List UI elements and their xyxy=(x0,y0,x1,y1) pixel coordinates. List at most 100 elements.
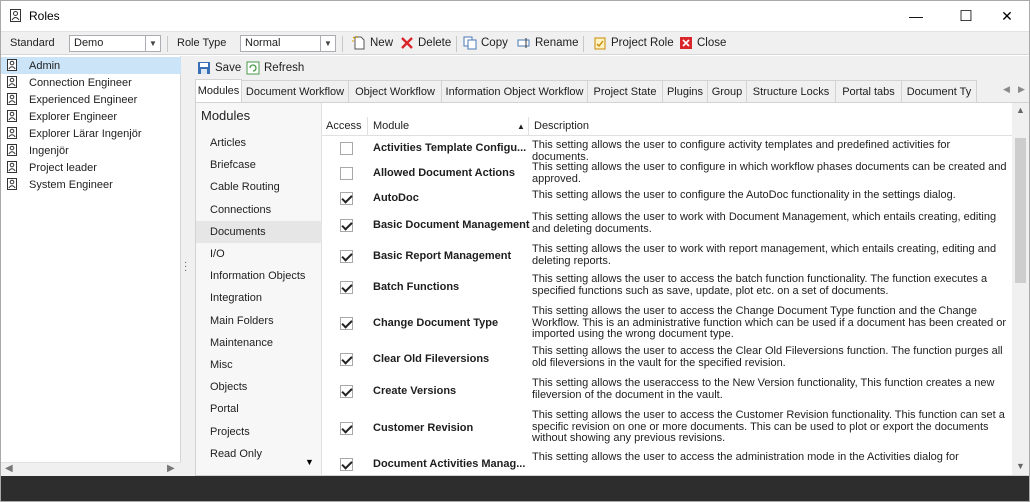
role-list-horizontal-scrollbar[interactable]: ◀ ▶ xyxy=(1,462,181,476)
copy-button[interactable]: Copy xyxy=(463,36,508,50)
access-checkbox[interactable] xyxy=(340,250,353,263)
module-category-item[interactable]: Projects xyxy=(196,421,322,443)
module-category-item[interactable]: Briefcase xyxy=(196,154,322,176)
role-item[interactable]: System Engineer xyxy=(1,176,181,193)
access-checkbox[interactable] xyxy=(340,458,353,471)
delete-button[interactable]: Delete xyxy=(400,36,451,50)
splitter-grip-icon: · · · xyxy=(184,257,188,276)
role-tabs: Modules Document Workflow Object Workflow I… xyxy=(195,79,1029,102)
roles-window: Roles — ☐ ✕ Standard Demo ▼ Role Type No… xyxy=(0,0,1030,502)
access-checkbox[interactable] xyxy=(340,422,353,435)
tab-document-ty[interactable]: Document Ty xyxy=(901,80,977,102)
module-name: AutoDoc xyxy=(373,192,419,204)
module-category-item[interactable]: Read Only xyxy=(196,443,322,465)
role-person-icon xyxy=(7,59,17,71)
module-description: This setting allows the user to work wit… xyxy=(532,211,997,235)
table-row: AutoDoc This setting allows the user to c… xyxy=(322,187,1012,209)
tab-scroll-right-icon[interactable]: ▶ xyxy=(1018,84,1025,95)
main-toolbar: Standard Demo ▼ Role Type Normal ▼ New D… xyxy=(1,31,1029,55)
chevron-down-icon: ▼ xyxy=(145,36,160,51)
column-header-access[interactable]: Access xyxy=(326,120,361,132)
role-detail-pane: Save Refresh Modules Document Workflow Obj… xyxy=(191,56,1029,476)
access-checkbox[interactable] xyxy=(340,317,353,330)
module-category-item[interactable]: Cable Routing xyxy=(196,176,322,198)
role-person-icon xyxy=(7,93,17,105)
tab-information-object-workflow[interactable]: Information Object Workflow xyxy=(441,80,588,102)
access-checkbox[interactable] xyxy=(340,167,353,180)
access-checkbox[interactable] xyxy=(340,385,353,398)
role-item[interactable]: Experienced Engineer xyxy=(1,91,181,108)
tab-object-workflow[interactable]: Object Workflow xyxy=(348,80,442,102)
role-item-label: Explorer Engineer xyxy=(29,110,118,123)
role-item-label: Experienced Engineer xyxy=(29,93,138,106)
role-item[interactable]: Ingenjör xyxy=(1,142,181,159)
standard-select[interactable]: Demo ▼ xyxy=(69,35,161,52)
role-item[interactable]: Connection Engineer xyxy=(1,74,181,91)
role-item[interactable]: Project leader xyxy=(1,159,181,176)
scroll-left-icon[interactable]: ◀ xyxy=(5,463,13,474)
scroll-down-icon[interactable]: ▼ xyxy=(1016,461,1025,471)
module-category-item[interactable]: Connections xyxy=(196,199,322,221)
access-checkbox[interactable] xyxy=(340,219,353,232)
module-category-item[interactable]: Maintenance xyxy=(196,332,322,354)
role-item[interactable]: Explorer Lärar Ingenjör xyxy=(1,125,181,142)
module-name: Activities Template Configu... xyxy=(373,142,527,154)
maximize-button[interactable]: ☐ xyxy=(943,1,989,31)
minimize-button[interactable]: — xyxy=(893,1,939,31)
role-item[interactable]: Admin xyxy=(1,57,181,74)
tab-plugins[interactable]: Plugins xyxy=(662,80,708,102)
scroll-up-icon[interactable]: ▲ xyxy=(1016,105,1025,115)
toolbar-separator xyxy=(456,36,457,52)
access-checkbox[interactable] xyxy=(340,142,353,155)
module-category-item[interactable]: I/O xyxy=(196,243,322,265)
scroll-right-icon[interactable]: ▶ xyxy=(167,463,175,474)
role-item-label: Connection Engineer xyxy=(29,76,132,89)
access-checkbox[interactable] xyxy=(340,281,353,294)
role-list: Admin Connection Engineer Experienced Engi… xyxy=(1,56,181,462)
tab-structure-locks[interactable]: Structure Locks xyxy=(746,80,836,102)
save-button[interactable]: Save xyxy=(197,61,241,75)
column-header-module[interactable]: Module xyxy=(373,120,409,132)
scrollbar-thumb[interactable] xyxy=(1015,138,1026,283)
tab-group[interactable]: Group xyxy=(707,80,747,102)
module-category-item[interactable]: Main Folders xyxy=(196,310,322,332)
module-category-item[interactable]: Portal xyxy=(196,398,322,420)
table-row: Activities Template Configu... This setti… xyxy=(322,137,1012,162)
tab-document-workflow[interactable]: Document Workflow xyxy=(241,80,349,102)
project-role-button[interactable]: Project Role xyxy=(593,36,674,50)
access-checkbox[interactable] xyxy=(340,192,353,205)
delete-label: Delete xyxy=(418,37,452,49)
module-category-item[interactable]: Integration xyxy=(196,287,322,309)
module-name: Document Activities Manag... xyxy=(373,458,526,470)
table-row: Customer Revision This setting allows the… xyxy=(322,407,1012,449)
refresh-button[interactable]: Refresh xyxy=(246,61,304,75)
role-person-icon xyxy=(7,76,17,88)
module-category-item[interactable]: Information Objects xyxy=(196,265,322,287)
module-category-item[interactable]: Articles xyxy=(196,132,322,154)
close-button[interactable]: Close xyxy=(679,36,726,50)
toolbar-separator xyxy=(342,36,343,52)
role-item[interactable]: Explorer Engineer xyxy=(1,108,181,125)
new-button[interactable]: New xyxy=(352,36,393,50)
panel-splitter[interactable]: · · · xyxy=(181,56,191,476)
project-role-label: Project Role xyxy=(611,37,674,49)
close-window-button[interactable]: ✕ xyxy=(984,1,1029,31)
table-row: Basic Report Management This setting allo… xyxy=(322,241,1012,271)
module-category-item[interactable]: Misc xyxy=(196,354,322,376)
module-category-item[interactable]: Documents xyxy=(196,220,322,243)
table-row: Clear Old Fileversions This setting allow… xyxy=(322,343,1012,375)
tab-project-state[interactable]: Project State xyxy=(587,80,663,102)
tab-modules[interactable]: Modules xyxy=(195,79,242,102)
module-name: Batch Functions xyxy=(373,281,460,293)
grid-vertical-scrollbar[interactable]: ▲ ▼ xyxy=(1012,103,1029,475)
column-header-description[interactable]: Description xyxy=(534,120,589,132)
role-type-select[interactable]: Normal ▼ xyxy=(240,35,336,52)
close-box-icon xyxy=(680,37,692,49)
access-checkbox[interactable] xyxy=(340,353,353,366)
tab-scroll-left-icon[interactable]: ◀ xyxy=(1003,84,1010,95)
column-divider xyxy=(367,117,368,136)
tab-portal-tabs[interactable]: Portal tabs xyxy=(835,80,902,102)
rename-button[interactable]: Rename xyxy=(517,36,578,50)
module-category-item[interactable]: Objects xyxy=(196,376,322,398)
roles-app-icon xyxy=(10,9,21,22)
